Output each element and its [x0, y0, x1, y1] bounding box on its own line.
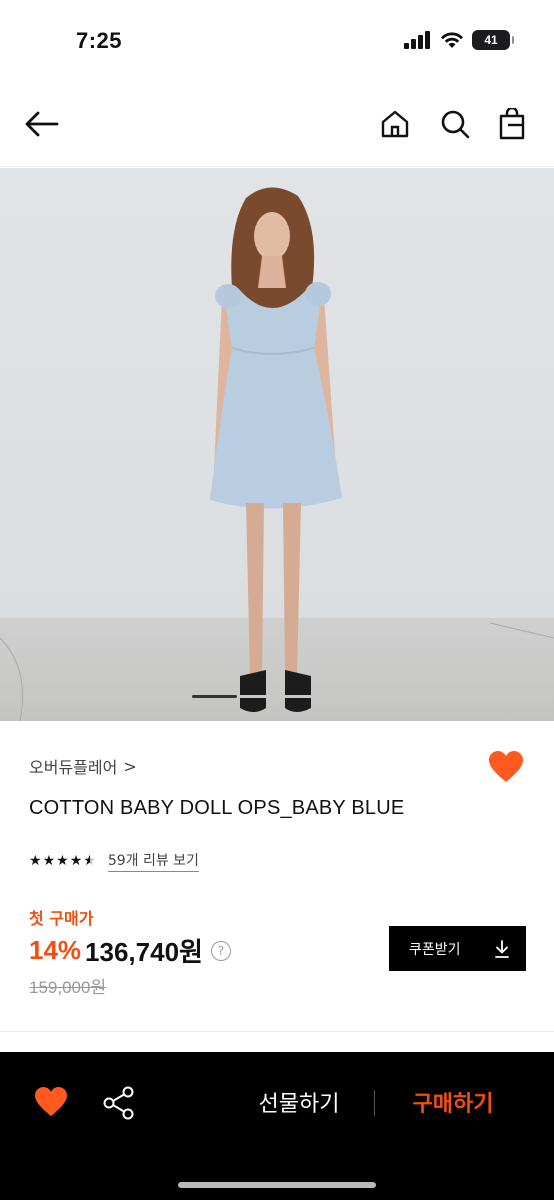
star-icon: ★ — [56, 853, 69, 869]
status-bar: 7:25 41 — [0, 0, 554, 80]
back-arrow-icon — [25, 111, 59, 137]
product-title: COTTON BABY DOLL OPS_BABY BLUE — [29, 797, 405, 819]
share-icon — [103, 1086, 134, 1120]
image-carousel-indicator — [192, 695, 362, 698]
model-figure — [0, 187, 554, 721]
discount-rate: 14% — [29, 935, 82, 965]
half-star-icon: ★ — [83, 853, 96, 869]
share-button[interactable] — [103, 1086, 135, 1120]
top-nav — [0, 88, 554, 162]
bottom-wishlist-button[interactable] — [34, 1086, 68, 1118]
bottom-action-bar: 선물하기 구매하기 — [0, 1052, 554, 1200]
home-icon — [381, 110, 409, 138]
header-divider — [0, 166, 554, 167]
download-icon — [495, 939, 509, 958]
review-link[interactable]: 59개 리뷰 보기 — [107, 850, 199, 872]
shopping-bag-icon — [499, 108, 525, 140]
status-icons: 41 — [404, 30, 514, 50]
chevron-right-icon: > — [123, 756, 137, 776]
bottom-bar-divider — [374, 1090, 375, 1116]
wifi-icon — [441, 32, 463, 48]
brand-name: 오버듀플레어 — [29, 758, 118, 777]
buy-button[interactable]: 구매하기 — [396, 1082, 510, 1122]
back-button[interactable] — [22, 104, 62, 144]
status-time: 7:25 — [76, 28, 123, 53]
rating-row: ★ ★ ★ ★ ★ 59개 리뷰 보기 — [29, 850, 199, 872]
coupon-download-button[interactable]: 쿠폰받기 — [389, 926, 526, 971]
brand-link[interactable]: 오버듀플레어 > — [29, 754, 137, 778]
carousel-indicator-thumb — [192, 695, 237, 698]
star-icon: ★ — [29, 853, 42, 869]
star-icon: ★ — [69, 853, 83, 869]
rating-stars: ★ ★ ★ ★ ★ — [29, 854, 96, 868]
signal-icon — [404, 31, 430, 49]
heart-icon — [489, 751, 523, 782]
home-indicator — [178, 1182, 376, 1188]
price-row: 14% 136,740원 ? — [29, 932, 231, 969]
search-button[interactable] — [435, 104, 475, 144]
search-icon — [441, 110, 470, 139]
home-button[interactable] — [375, 104, 415, 144]
gift-button[interactable]: 선물하기 — [240, 1082, 358, 1122]
info-icon[interactable]: ? — [210, 940, 231, 961]
cart-button[interactable] — [492, 104, 532, 144]
product-image[interactable] — [0, 168, 554, 721]
battery-icon: 41 — [472, 30, 514, 50]
coupon-button-label: 쿠폰받기 — [409, 941, 461, 958]
first-purchase-label: 첫 구매가 — [29, 909, 94, 928]
star-icon: ★ — [42, 853, 56, 869]
wishlist-button[interactable] — [488, 750, 524, 784]
sale-price: 136,740원 — [85, 937, 203, 967]
heart-icon — [35, 1086, 67, 1117]
section-divider — [0, 1031, 554, 1032]
original-price: 159,000원 — [29, 978, 107, 997]
